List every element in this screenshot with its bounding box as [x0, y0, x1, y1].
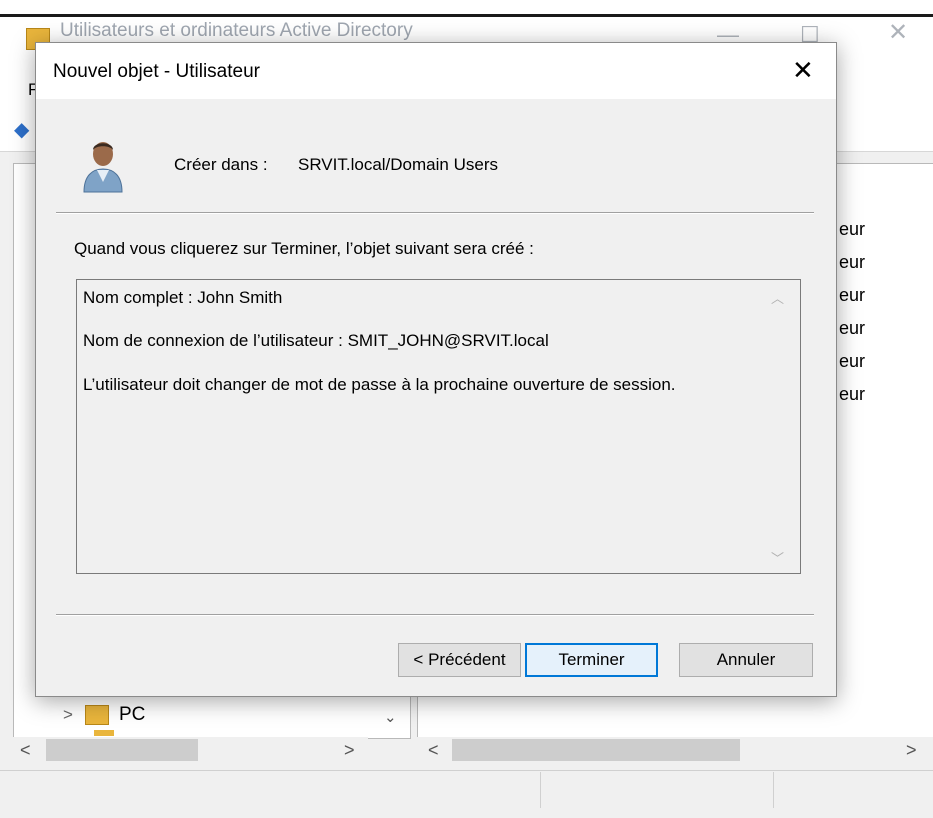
summary-full-name: Nom complet : John Smith	[83, 288, 283, 307]
list-item-type[interactable]: eur	[839, 384, 865, 405]
create-in-path: SRVIT.local/Domain Users	[298, 155, 498, 174]
status-divider	[540, 772, 541, 808]
list-item-type[interactable]: eur	[839, 318, 865, 339]
summary-textbox[interactable]: Nom complet : John Smith Nom de connexio…	[76, 279, 801, 574]
create-in-label: Créer dans :	[174, 155, 268, 174]
scroll-right-icon[interactable]: >	[906, 740, 917, 761]
scroll-down-icon[interactable]: ﹀	[771, 548, 784, 567]
close-icon[interactable]: ✕	[792, 55, 814, 86]
finish-button[interactable]: Terminer	[525, 643, 658, 677]
tree-item-pc[interactable]: > PC	[63, 704, 145, 726]
background-window-title: Utilisateurs et ordinateurs Active Direc…	[60, 20, 413, 41]
user-icon	[83, 142, 123, 193]
scroll-right-icon[interactable]: >	[344, 740, 355, 761]
list-item-type[interactable]: eur	[839, 351, 865, 372]
separator	[56, 212, 814, 214]
summary-password-note: L’utilisateur doit changer de mot de pas…	[83, 375, 676, 394]
tree-item-label: PC	[118, 704, 146, 725]
folder-icon	[84, 705, 109, 725]
back-button[interactable]: < Précédent	[398, 643, 521, 677]
dialog-title: Nouvel objet - Utilisateur	[53, 61, 260, 82]
back-arrow-icon[interactable]: ◆	[14, 117, 29, 142]
chevron-right-icon[interactable]: >	[63, 705, 73, 725]
list-item-type[interactable]: eur	[839, 252, 865, 273]
scrollbar-thumb[interactable]	[46, 739, 198, 761]
scrollbar-thumb[interactable]	[452, 739, 740, 761]
screen-top-edge	[0, 0, 933, 17]
list-item-type[interactable]: eur	[839, 219, 865, 240]
new-user-dialog: Nouvel objet - Utilisateur ✕ Créer dans …	[35, 42, 837, 697]
summary-logon-name: Nom de connexion de l’utilisateur : SMIT…	[83, 331, 549, 350]
list-item-type[interactable]: eur	[839, 285, 865, 306]
status-bar	[0, 770, 933, 818]
scroll-up-icon[interactable]: ︿	[771, 288, 784, 307]
chevron-down-icon[interactable]: ⌄	[384, 708, 397, 726]
separator	[56, 614, 814, 616]
folder-icon	[94, 730, 114, 736]
close-window-icon[interactable]: ✕	[888, 18, 908, 47]
status-divider	[773, 772, 774, 808]
scroll-left-icon[interactable]: <	[20, 740, 31, 761]
cancel-button[interactable]: Annuler	[679, 643, 813, 677]
instruction-text: Quand vous cliquerez sur Terminer, l’obj…	[74, 239, 534, 258]
scroll-left-icon[interactable]: <	[428, 740, 439, 761]
